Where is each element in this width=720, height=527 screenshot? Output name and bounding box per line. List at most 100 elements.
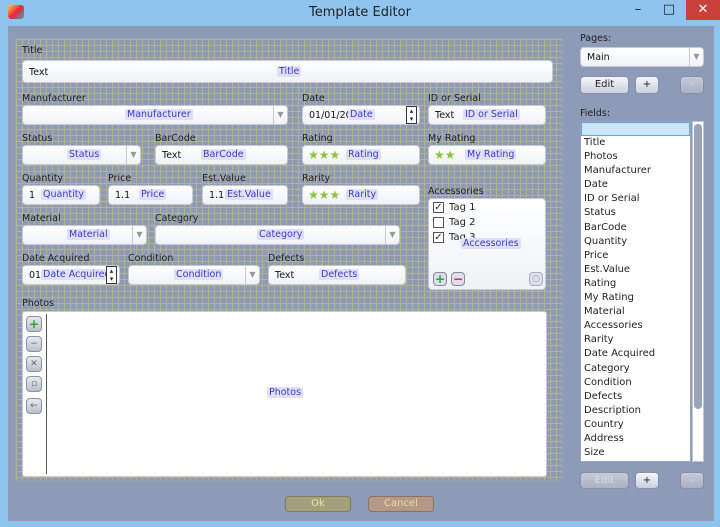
barcode-value: Text [162,150,182,161]
field-item[interactable]: Size [581,446,690,460]
close-button[interactable]: ✕ [686,0,720,20]
edit-photo-icon[interactable]: ▫ [26,376,42,392]
window-title: Template Editor [309,5,411,20]
chevron-down-icon[interactable]: ▼ [273,106,287,124]
status-tag: Status [67,149,102,160]
field-item[interactable]: Manufacturer [581,164,690,178]
remove-icon[interactable]: − [451,272,465,286]
remove-field-button[interactable]: - [680,472,704,489]
field-item[interactable]: Address [581,432,690,446]
chevron-down-icon[interactable]: ▼ [126,146,140,164]
maximize-button[interactable]: □ [655,0,683,20]
rating-field[interactable]: ★★★ Rating [302,145,420,165]
title-field[interactable]: Text Title [22,60,553,83]
date-acquired-tag: Date Acquired [41,269,113,280]
star-rating-icon[interactable]: ★★★ [308,188,340,202]
quantity-field[interactable]: 1 Quantity [22,185,100,205]
scrollbar-thumb[interactable] [694,124,702,409]
id-serial-field[interactable]: Text ID or Serial [428,105,546,125]
quantity-label: Quantity [22,173,64,184]
accessory-item[interactable]: ✓ Tag 1 [433,202,475,213]
accessories-list[interactable]: ✓Tag 1Tag 2✓Tag 3 Accessories + − ○ [428,198,546,290]
accessory-item[interactable]: Tag 2 [433,217,475,228]
field-item[interactable]: Rarity [581,333,690,347]
photos-panel[interactable]: + − ✕ ▫ ← Photos [22,311,547,477]
field-item[interactable]: Photos [581,150,690,164]
my-rating-tag: My Rating [465,149,517,160]
rarity-field[interactable]: ★★★ Rarity [302,185,420,205]
fields-list-selected-empty[interactable] [581,122,690,136]
chevron-down-icon[interactable]: ▼ [245,266,259,284]
field-item[interactable]: Material [581,305,690,319]
star-rating-icon[interactable]: ★★ [434,148,456,162]
field-item[interactable]: Quantity [581,235,690,249]
field-item[interactable]: Status [581,206,690,220]
my-rating-label: My Rating [428,133,476,144]
star-rating-icon[interactable]: ★★★ [308,148,340,162]
settings-icon[interactable]: ○ [529,272,543,286]
add-icon[interactable]: + [433,272,447,286]
add-photo-icon[interactable]: + [26,316,42,332]
fields-label: Fields: [580,108,611,119]
material-label: Material [22,213,61,224]
field-item[interactable]: Description [581,404,690,418]
checkbox[interactable] [433,217,444,228]
edit-page-button[interactable]: Edit [580,76,629,94]
field-item[interactable]: Country [581,418,690,432]
pages-dropdown[interactable]: Main ▼ [580,47,704,67]
back-arrow-icon[interactable]: ← [26,398,42,414]
category-dropdown[interactable]: Category ▼ [155,225,400,245]
remove-page-button[interactable]: - [680,76,704,94]
defects-field[interactable]: Text Defects [268,265,406,285]
chevron-down-icon[interactable]: ▼ [132,226,146,244]
manufacturer-dropdown[interactable]: Manufacturer ▼ [22,105,288,125]
date-field[interactable]: 01/01/200 Date ▴ ▾ [302,105,420,125]
my-rating-field[interactable]: ★★ My Rating [428,145,546,165]
remove-photo-icon[interactable]: − [26,336,42,352]
ok-button[interactable]: Ok [285,496,351,512]
barcode-field[interactable]: Text BarCode [155,145,288,165]
date-acquired-field[interactable]: 01/ Date Acquired ▴ ▾ [22,265,120,285]
title-tag: Title [277,66,302,77]
field-item[interactable]: ID or Serial [581,192,690,206]
price-tag: Price [139,189,167,200]
id-serial-value: Text [435,110,455,121]
price-field[interactable]: 1.1 Price [108,185,193,205]
field-item[interactable]: Title [581,136,690,150]
field-item[interactable]: BarCode [581,221,690,235]
field-item[interactable]: Defects [581,390,690,404]
date-spinner[interactable]: ▴ ▾ [406,106,417,124]
price-value: 1.1 [115,190,131,201]
edit-field-button[interactable]: Edit [580,472,629,489]
field-item[interactable]: Price [581,249,690,263]
field-item[interactable]: Date Acquired [581,347,690,361]
category-tag: Category [257,229,305,240]
checkbox[interactable]: ✓ [433,202,444,213]
condition-dropdown[interactable]: Condition ▼ [128,265,260,285]
field-item[interactable]: Rating [581,277,690,291]
fields-scrollbar[interactable] [692,121,704,462]
chevron-down-icon[interactable]: ▼ [689,48,703,66]
date-label: Date [302,93,325,104]
field-item[interactable]: Condition [581,376,690,390]
est-value-field[interactable]: 1.1 Est.Value [202,185,288,205]
date-acquired-spinner[interactable]: ▴ ▾ [106,266,117,284]
chevron-down-icon[interactable]: ▼ [385,226,399,244]
status-dropdown[interactable]: Status ▼ [22,145,141,165]
field-item[interactable]: Accessories [581,319,690,333]
add-field-button[interactable]: + [635,472,659,489]
field-item[interactable]: Est.Value [581,263,690,277]
field-item[interactable]: My Rating [581,291,690,305]
material-dropdown[interactable]: Material ▼ [22,225,147,245]
fields-list[interactable]: Title Photos Manufacturer Date ID or Serial S… [580,121,691,462]
quantity-value: 1 [29,190,36,201]
minimize-button[interactable]: – [624,0,652,20]
field-item[interactable]: Date [581,178,690,192]
cancel-button[interactable]: Cancel [368,496,434,512]
delete-photo-icon[interactable]: ✕ [26,356,42,372]
field-item[interactable]: Category [581,362,690,376]
add-page-button[interactable]: + [635,76,659,94]
status-label: Status [22,133,53,144]
photos-tag: Photos [267,387,304,398]
checkbox[interactable]: ✓ [433,232,444,243]
